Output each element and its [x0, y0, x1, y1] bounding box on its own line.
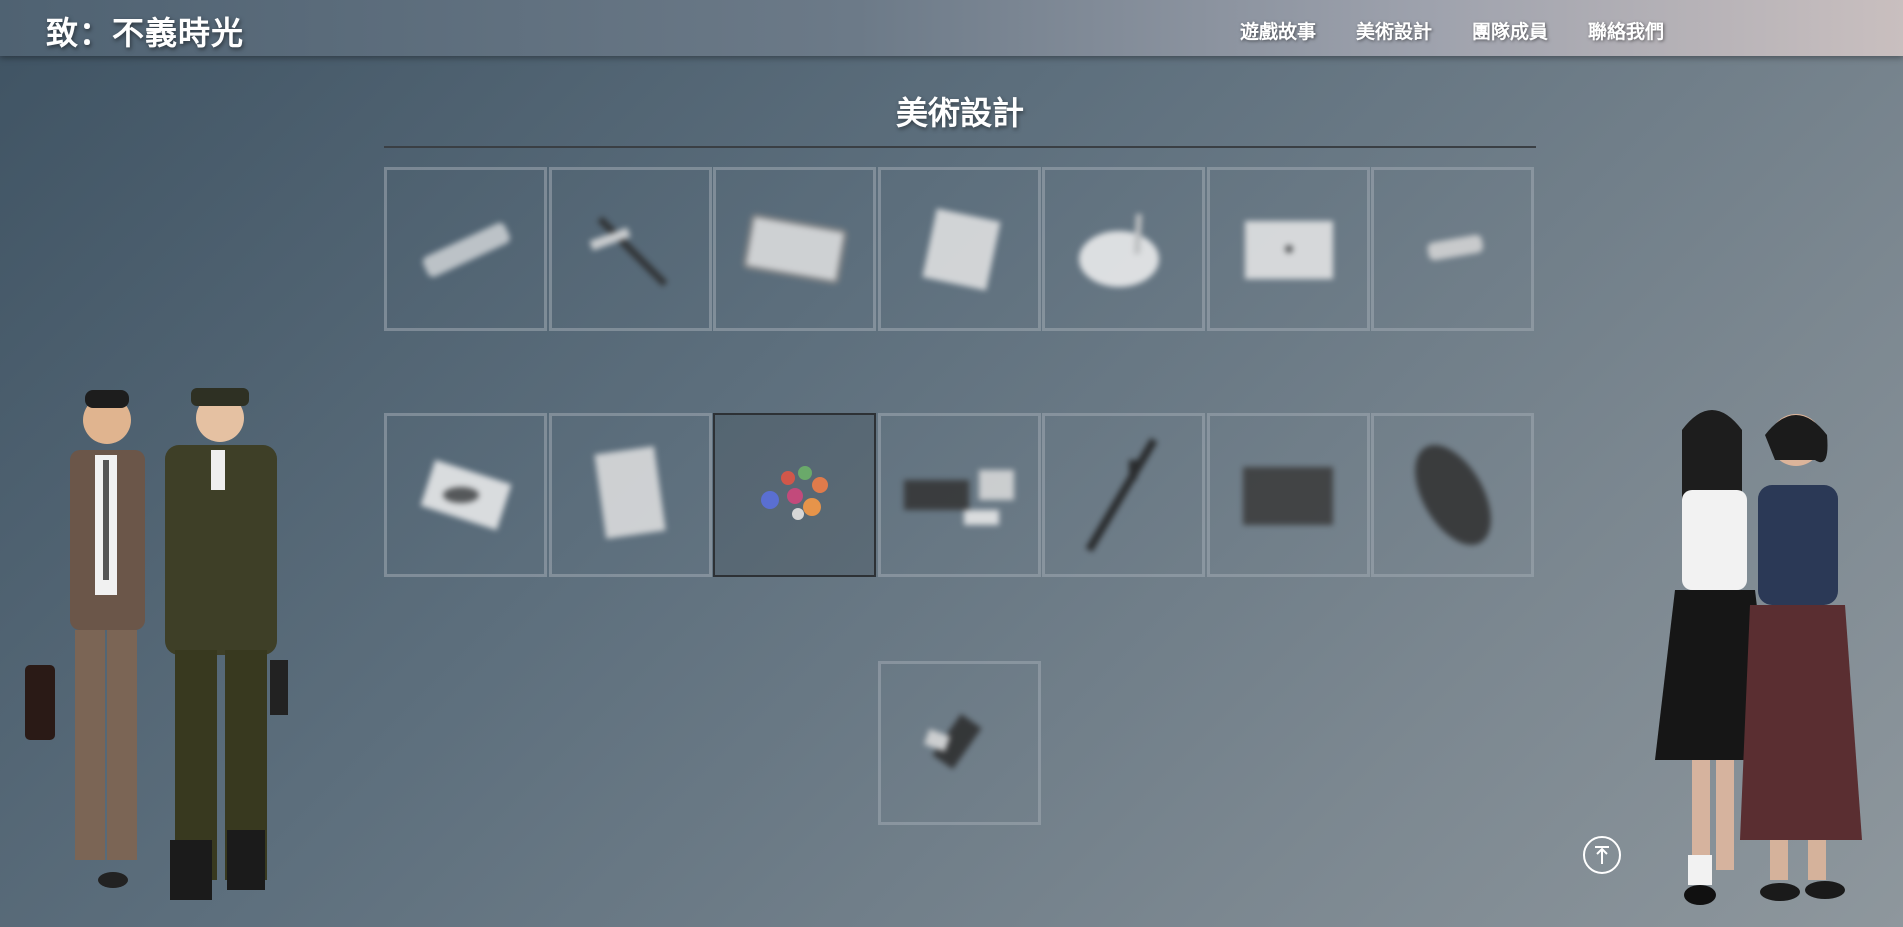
- arrow-up-circle-icon: [1595, 846, 1609, 864]
- brush-icon: [589, 216, 668, 287]
- gallery-item-sleeping-bag[interactable]: [1371, 413, 1534, 577]
- nav-game-story[interactable]: 遊戲故事: [1240, 17, 1316, 44]
- top-bar: 致：不義時光 遊戲故事 美術設計 團隊成員 聯絡我們: [0, 0, 1903, 56]
- gallery-row-1: [384, 167, 1536, 331]
- gallery-item-rifle[interactable]: [1042, 413, 1205, 577]
- gallery-item-wallet-and-cards[interactable]: [877, 413, 1041, 577]
- nav-art-design[interactable]: 美術設計: [1356, 17, 1432, 44]
- gallery-item-lighter[interactable]: [877, 661, 1041, 825]
- box-icon: [1245, 221, 1333, 279]
- gallery-item-bowl[interactable]: [1042, 167, 1205, 331]
- sleeping-bag-icon: [1414, 445, 1491, 545]
- gallery-item-box[interactable]: [1206, 167, 1370, 331]
- block-icon: [1243, 467, 1333, 525]
- section-title: 美術設計: [895, 94, 1024, 132]
- nav-team-members[interactable]: 團隊成員: [1472, 17, 1548, 44]
- candies-icon: [760, 466, 828, 520]
- gallery-item-banknote[interactable]: [713, 167, 876, 331]
- main-nav: 遊戲故事 美術設計 團隊成員 聯絡我們: [1240, 17, 1664, 44]
- gallery-item-block[interactable]: [1206, 413, 1370, 577]
- site-title[interactable]: 致：不義時光: [46, 8, 244, 54]
- wallet-icon: [904, 470, 1014, 525]
- nav-contact-us[interactable]: 聯絡我們: [1588, 17, 1664, 44]
- gallery-row-2: [384, 413, 1536, 577]
- back-to-top-button[interactable]: [1583, 836, 1621, 874]
- book-icon: [594, 446, 666, 539]
- section-divider: [384, 146, 1536, 148]
- banknote-icon: [742, 213, 847, 285]
- photo-icon: [922, 208, 1001, 291]
- gallery-item-book[interactable]: [548, 413, 712, 577]
- gallery-item-papers[interactable]: [384, 413, 547, 577]
- female-characters-illustration: [1655, 410, 1862, 905]
- rolled-paper-icon: [422, 222, 510, 277]
- lighter-icon: [924, 713, 982, 770]
- papers-icon: [420, 459, 511, 531]
- bowl-icon: [1078, 213, 1159, 287]
- gallery-item-photo[interactable]: [877, 167, 1041, 331]
- gallery-item-candies[interactable]: [713, 413, 876, 577]
- male-characters-illustration: [25, 388, 288, 900]
- gallery-item-small-object[interactable]: [1371, 167, 1534, 331]
- gallery-row-3: [384, 661, 1536, 825]
- gallery-item-rolled-paper[interactable]: [384, 167, 547, 331]
- small-object-icon: [1427, 234, 1483, 261]
- gallery-item-brush[interactable]: [548, 167, 712, 331]
- rifle-icon: [1085, 437, 1157, 553]
